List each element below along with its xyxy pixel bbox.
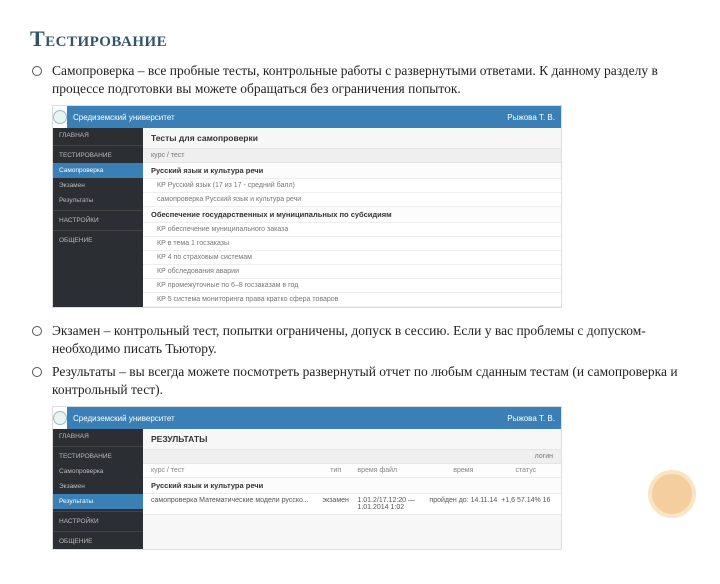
user-name[interactable]: Рыжова Т. В.: [507, 414, 555, 423]
panel-title: РЕЗУЛЬТАТЫ: [143, 429, 561, 449]
sidebar-item-selfcheck[interactable]: Самопроверка: [53, 464, 143, 479]
test-row[interactable]: самопроверка Русский язык и культура реч…: [143, 193, 561, 207]
sidebar-item-settings[interactable]: НАСТРОЙКИ: [53, 213, 143, 228]
test-row[interactable]: КР 4 по страховым системам: [143, 251, 561, 265]
course-group[interactable]: Русский язык и культура речи: [143, 478, 561, 494]
test-row[interactable]: КР Русский язык (17 из 17 - средний балл…: [143, 179, 561, 193]
test-row[interactable]: КР 5 система мониторинга права кратко сф…: [143, 293, 561, 307]
app-logo: [53, 407, 67, 429]
course-group[interactable]: Обеспечение государственных и муниципаль…: [143, 207, 561, 223]
results-table-header: курс / тест тип время файл время статус: [143, 464, 561, 478]
sidebar: ГЛАВНАЯ ТЕСТИРОВАНИЕ Самопроверка Экзаме…: [53, 128, 143, 307]
sidebar-item-communication[interactable]: ОБЩЕНИЕ: [53, 534, 143, 549]
app-logo: [53, 106, 67, 128]
test-row[interactable]: КР обследования аварии: [143, 265, 561, 279]
result-row[interactable]: самопроверка Математические модели русск…: [143, 494, 561, 515]
sidebar-item-testing[interactable]: ТЕСТИРОВАНИЕ: [53, 449, 143, 464]
column-header: курс / тест: [143, 148, 561, 163]
slide-title: Тестирование: [30, 26, 690, 52]
sidebar-item-testing[interactable]: ТЕСТИРОВАНИЕ: [53, 148, 143, 163]
main-panel: РЕЗУЛЬТАТЫ логин курс / тест тип время ф…: [143, 429, 561, 549]
app-header-title: Средиземский университет: [73, 113, 175, 122]
sidebar-item-exam[interactable]: Экзамен: [53, 479, 143, 494]
sidebar-item-settings[interactable]: НАСТРОЙКИ: [53, 514, 143, 529]
panel-title: Тесты для самопроверки: [143, 128, 561, 148]
sidebar-item-results[interactable]: Результаты: [53, 193, 143, 208]
screenshot-selfcheck: Средиземский университет Рыжова Т. В. ГЛ…: [52, 105, 562, 308]
sidebar-item-selfcheck[interactable]: Самопроверка: [53, 163, 143, 178]
sidebar-item-communication[interactable]: ОБЩЕНИЕ: [53, 233, 143, 248]
main-panel: Тесты для самопроверки курс / тест Русск…: [143, 128, 561, 307]
user-name[interactable]: Рыжова Т. В.: [507, 113, 555, 122]
sidebar-item-home[interactable]: ГЛАВНАЯ: [53, 128, 143, 143]
screenshot-results: Средиземский университет Рыжова Т. В. ГЛ…: [52, 406, 562, 550]
bullet-results: Результаты – вы всегда можете посмотреть…: [30, 363, 690, 398]
sidebar-item-exam[interactable]: Экзамен: [53, 178, 143, 193]
bullet-exam: Экзамен – контрольный тест, попытки огра…: [30, 322, 690, 357]
app-header-title: Средиземский университет: [73, 414, 175, 423]
sidebar: ГЛАВНАЯ ТЕСТИРОВАНИЕ Самопроверка Экзаме…: [53, 429, 143, 549]
test-row[interactable]: КР в тема 1 госзаказы: [143, 237, 561, 251]
test-row[interactable]: КР обеспечение муниципального заказа: [143, 223, 561, 237]
bullet-selfcheck: Самопроверка – все пробные тесты, контро…: [30, 62, 690, 97]
test-row[interactable]: КР промежуточные по 6–8 госзаказам в год: [143, 279, 561, 293]
login-label: логин: [143, 449, 561, 464]
sidebar-item-home[interactable]: ГЛАВНАЯ: [53, 429, 143, 444]
course-group[interactable]: Русский язык и культура речи: [143, 163, 561, 179]
decorative-circle-icon: [648, 470, 696, 518]
sidebar-item-results[interactable]: Результаты: [53, 494, 143, 509]
